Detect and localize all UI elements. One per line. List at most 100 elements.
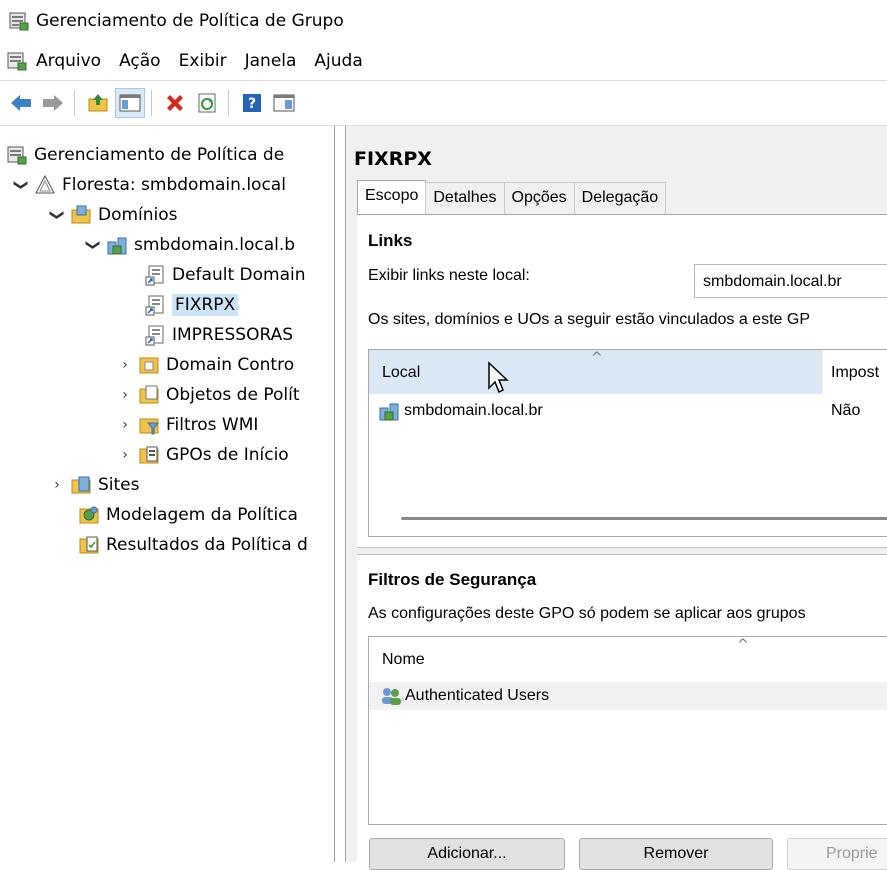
chevron-right-icon[interactable]: › xyxy=(116,417,134,433)
tree-node-label: Modelagem da Política xyxy=(106,505,298,525)
tree-node-label: FIXRPX xyxy=(172,294,239,316)
table-row[interactable]: smbdomain.local.br xyxy=(369,397,887,425)
tab-detalhes[interactable]: Detalhes xyxy=(425,182,505,214)
domain-icon xyxy=(379,403,399,421)
properties-button[interactable]: Proprie xyxy=(787,838,887,870)
chevron-right-icon[interactable]: › xyxy=(116,387,134,403)
forward-arrow-icon xyxy=(43,95,63,111)
gpmc-menu-icon[interactable] xyxy=(6,50,28,72)
menu-arquivo[interactable]: Arquivo xyxy=(34,49,103,73)
up-folder-icon xyxy=(88,94,108,112)
chevron-down-icon[interactable]: ❯ xyxy=(49,206,65,224)
help-button[interactable]: ? xyxy=(237,88,267,118)
title-bar: Gerenciamento de Política de Grupo xyxy=(0,0,887,42)
tree-node-wmi-filters[interactable]: › Filtros WMI xyxy=(116,410,258,440)
toolbar-separator xyxy=(228,90,229,116)
window-title: Gerenciamento de Política de Grupo xyxy=(36,11,344,31)
horizontal-scrollbar[interactable] xyxy=(401,517,887,520)
tree-node-label: Domínios xyxy=(98,205,178,225)
tree-node-starter-gpos[interactable]: › GPOs de Início xyxy=(116,440,289,470)
security-info-text: As configurações deste GPO só podem se a… xyxy=(368,605,806,622)
forward-button[interactable] xyxy=(38,88,68,118)
tree-node-domains[interactable]: ❯ Domínios xyxy=(48,200,178,230)
show-links-dropdown[interactable]: smbdomain.local.br xyxy=(694,264,887,298)
table-row[interactable]: Authenticated Users xyxy=(369,682,887,710)
sort-ascending-icon: ^ xyxy=(591,350,603,366)
ou-folder-icon xyxy=(139,357,159,374)
tree-node-gpo-default[interactable]: Default Domain xyxy=(144,260,306,290)
links-info-text: Os sites, domínios e UOs a seguir estão … xyxy=(368,311,810,328)
tree-node-label: GPOs de Início xyxy=(166,445,289,465)
tree-node-label: Gerenciamento de Política de xyxy=(34,145,285,165)
tree-node-sites[interactable]: › Sites xyxy=(48,470,140,500)
menu-exibir[interactable]: Exibir xyxy=(177,49,229,73)
section-splitter[interactable] xyxy=(357,547,887,555)
menu-ajuda[interactable]: Ajuda xyxy=(312,49,364,73)
security-filter-list[interactable]: ^ Nome Authenticated Users xyxy=(368,636,887,825)
tree-node-gpo-fixrpx[interactable]: FIXRPX xyxy=(144,290,239,320)
mouse-cursor-icon xyxy=(488,361,509,394)
sort-ascending-icon: ^ xyxy=(737,637,749,653)
tree-node-label: Sites xyxy=(98,475,140,495)
users-group-icon xyxy=(382,688,401,705)
chevron-down-icon[interactable]: ❯ xyxy=(85,236,101,254)
gpo-folder-icon xyxy=(139,385,159,404)
tree-node-label: Filtros WMI xyxy=(166,415,259,435)
toolbar-separator xyxy=(151,90,152,116)
chevron-down-icon[interactable]: ❯ xyxy=(13,176,29,194)
tree-node-label: smbdomain.local.b xyxy=(134,235,296,255)
links-list[interactable]: ^ Local Impost smbdomain.local.br Não xyxy=(368,349,887,537)
help-icon: ? xyxy=(243,94,261,112)
gpmc-root-icon xyxy=(7,146,27,165)
link-location: smbdomain.local.br xyxy=(404,402,543,419)
chevron-right-icon[interactable]: › xyxy=(48,477,66,493)
delete-icon xyxy=(167,95,183,111)
add-button[interactable]: Adicionar... xyxy=(369,838,565,870)
gp-results-icon xyxy=(79,536,99,554)
security-principal-name: Authenticated Users xyxy=(405,687,550,704)
menu-acao[interactable]: Ação xyxy=(117,49,163,73)
gpo-link-icon xyxy=(145,265,164,286)
tree-node-gpmc-root[interactable]: Gerenciamento de Política de xyxy=(6,140,284,170)
security-filtering-heading: Filtros de Segurança xyxy=(368,570,537,589)
toolbar-separator xyxy=(74,90,75,116)
tree-node-domain[interactable]: ❯ smbdomain.local.b xyxy=(84,230,295,260)
tree-node-label: Floresta: smbdomain.local xyxy=(62,175,286,195)
tree-node-modeling[interactable]: Modelagem da Política xyxy=(78,500,298,530)
svg-text:?: ? xyxy=(248,96,256,112)
console-tree[interactable]: Gerenciamento de Política de ❯ Floresta:… xyxy=(0,126,335,862)
tab-escopo[interactable]: Escopo xyxy=(357,180,427,214)
refresh-button[interactable] xyxy=(192,88,222,118)
column-header-nome[interactable]: Nome xyxy=(382,651,425,669)
gpo-title: FIXRPX xyxy=(354,148,432,170)
gpo-link-icon xyxy=(145,325,164,346)
up-one-level-button[interactable] xyxy=(83,88,113,118)
delete-button[interactable] xyxy=(160,88,190,118)
tree-node-label: Resultados da Política d xyxy=(106,535,308,555)
tree-node-results[interactable]: Resultados da Política d xyxy=(78,530,308,560)
back-button[interactable] xyxy=(6,88,36,118)
tree-node-label: Objetos de Polít xyxy=(166,385,300,405)
menu-janela[interactable]: Janela xyxy=(243,49,299,73)
chevron-right-icon[interactable]: › xyxy=(116,447,134,463)
tree-node-domain-controllers[interactable]: › Domain Contro xyxy=(116,350,294,380)
tree-node-gpo-impressoras[interactable]: IMPRESSORAS xyxy=(144,320,293,350)
tree-node-forest[interactable]: ❯ Floresta: smbdomain.local xyxy=(12,170,286,200)
menu-bar: Arquivo Ação Exibir Janela Ajuda xyxy=(0,42,887,81)
properties-icon xyxy=(273,94,295,112)
domain-icon xyxy=(107,237,127,255)
chevron-right-icon[interactable]: › xyxy=(116,357,134,373)
starter-gpo-folder-icon xyxy=(139,446,159,464)
properties-button[interactable] xyxy=(269,88,299,118)
tree-node-gpo-objects[interactable]: › Objetos de Polít xyxy=(116,380,300,410)
links-heading: Links xyxy=(368,231,413,250)
gp-modeling-icon xyxy=(79,506,99,524)
tab-opcoes[interactable]: Opções xyxy=(503,182,575,214)
tab-delegacao[interactable]: Delegação xyxy=(573,182,667,214)
column-header-local-label: Local xyxy=(382,364,421,381)
show-links-value: smbdomain.local.br xyxy=(703,273,842,290)
tree-node-label: IMPRESSORAS xyxy=(172,325,293,345)
show-hide-tree-icon xyxy=(119,94,141,112)
remove-button[interactable]: Remover xyxy=(579,838,773,870)
show-hide-console-tree-button[interactable] xyxy=(115,88,145,118)
